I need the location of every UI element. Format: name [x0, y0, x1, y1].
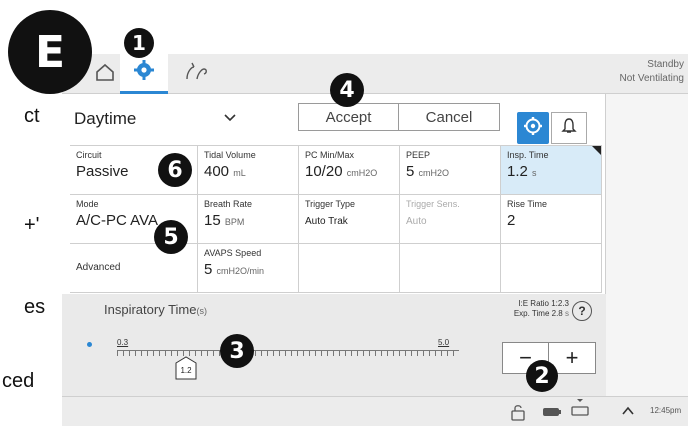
pc-minmax-label: PC Min/Max	[305, 150, 355, 160]
breath-rate-cell[interactable]: Breath Rate 15 BPM	[198, 195, 299, 244]
slider-thumb-value: 1.2	[180, 366, 192, 375]
tidal-volume-value: 400	[204, 163, 230, 180]
breath-rate-value: 15	[204, 212, 221, 229]
ventilation-status: Standby Not Ventilating	[620, 58, 685, 86]
battery-icon	[542, 405, 562, 423]
tab-patient[interactable]	[172, 54, 222, 94]
pc-minmax-cell[interactable]: PC Min/Max 10/20 cmH2O	[299, 146, 400, 195]
empty-cell	[501, 244, 602, 293]
callout-6: 6	[158, 153, 192, 187]
trigger-sens-cell: Trigger Sens. Auto	[400, 195, 501, 244]
side-text-3: es	[24, 296, 46, 318]
insp-time-label: Insp. Time	[507, 150, 549, 160]
clock-label: 12:45pm	[650, 406, 682, 415]
pc-minmax-unit: cmH2O	[346, 168, 378, 178]
ie-ratio: I:E Ratio 1:2.3	[518, 299, 569, 308]
peep-value: 5	[406, 163, 415, 180]
chevron-down-icon	[222, 110, 238, 131]
accept-button[interactable]: Accept	[298, 103, 399, 131]
callout-1: 1	[124, 28, 154, 58]
peep-label: PEEP	[406, 150, 431, 160]
schedule-value: Daytime	[74, 109, 137, 128]
settings-view-button[interactable]	[517, 112, 549, 144]
callout-3: 3	[220, 334, 254, 368]
avaps-speed-cell[interactable]: AVAPS Speed 5 cmH2O/min	[198, 244, 299, 293]
exp-time: Exp. Time 2.8	[513, 309, 563, 318]
rise-time-label: Rise Time	[507, 199, 548, 209]
section-badge: E	[8, 10, 92, 94]
trigger-type-cell[interactable]: Trigger Type Auto Trak	[299, 195, 400, 244]
side-text-2: +'	[24, 214, 40, 236]
side-text-4: ced	[2, 370, 35, 392]
ie-info: I:E Ratio 1:2.3 Exp. Time 2.8 s	[474, 299, 569, 319]
breath-rate-unit: BPM	[224, 217, 245, 227]
gear-icon	[133, 59, 155, 86]
trigger-type-label: Trigger Type	[305, 199, 356, 209]
trigger-type-value: Auto Trak	[305, 216, 348, 227]
exp-time-unit: s	[565, 309, 569, 318]
alarm-view-button[interactable]	[551, 112, 587, 144]
side-text-1: ct	[24, 105, 40, 127]
cancel-button[interactable]: Cancel	[399, 103, 500, 131]
status-line-2: Not Ventilating	[619, 73, 685, 84]
slider-ticks	[117, 351, 459, 356]
parameter-grid: Circuit Passive Tidal Volume 400 mL PC M…	[70, 145, 602, 293]
rise-time-cell[interactable]: Rise Time 2	[501, 195, 602, 244]
gear-icon	[523, 116, 543, 141]
slider-title: Inspiratory Time(s)	[104, 302, 207, 317]
lock-icon[interactable]	[510, 403, 526, 426]
slider-min-label: 0.3	[117, 338, 129, 347]
help-button[interactable]: ?	[572, 301, 592, 321]
schedule-dropdown[interactable]: Daytime	[70, 104, 260, 134]
right-strip	[606, 94, 688, 396]
trigger-sens-label: Trigger Sens.	[406, 199, 460, 209]
tidal-volume-cell[interactable]: Tidal Volume 400 mL	[198, 146, 299, 195]
corner-marker-icon	[592, 146, 601, 155]
peep-unit: cmH2O	[418, 168, 450, 178]
slider-track[interactable]	[117, 350, 459, 356]
advanced-label: Advanced	[76, 262, 121, 273]
avaps-speed-value: 5	[204, 261, 213, 278]
insp-time-unit: s	[532, 168, 537, 178]
insp-time-value: 1.2	[507, 163, 528, 180]
slider-title-text: Inspiratory Time	[104, 302, 197, 317]
slider-dot-icon	[87, 342, 92, 347]
bell-icon	[560, 117, 578, 140]
insp-time-cell[interactable]: Insp. Time 1.2 s	[501, 146, 602, 195]
pc-minmax-value: 10/20	[305, 163, 343, 180]
slider-unit: (s)	[196, 306, 207, 316]
home-icon	[94, 61, 116, 88]
tab-settings[interactable]	[120, 54, 168, 94]
callout-2: 2	[526, 360, 558, 392]
patient-icon	[184, 61, 210, 88]
rise-time-value: 2	[507, 212, 516, 229]
avaps-speed-unit: cmH2O/min	[216, 266, 265, 276]
empty-cell	[299, 244, 400, 293]
trigger-sens-value: Auto	[406, 216, 427, 227]
slider-panel: Inspiratory Time(s) I:E Ratio 1:2.3 Exp.…	[62, 294, 606, 396]
slider-max-label: 5.0	[438, 338, 450, 347]
tidal-volume-unit: mL	[233, 168, 246, 178]
slider-thumb[interactable]: 1.2	[175, 356, 197, 380]
tidal-volume-label: Tidal Volume	[204, 150, 256, 160]
empty-cell	[400, 244, 501, 293]
tab-bar	[62, 54, 688, 94]
bottom-bar: 12:45pm	[62, 396, 688, 426]
mode-label: Mode	[76, 199, 99, 209]
callout-5: 5	[154, 220, 188, 254]
status-line-1: Standby	[647, 59, 684, 70]
sd-card-icon	[569, 397, 591, 424]
callout-4: 4	[330, 73, 364, 107]
breath-rate-label: Breath Rate	[204, 199, 253, 209]
peep-cell[interactable]: PEEP 5 cmH2O	[400, 146, 501, 195]
avaps-speed-label: AVAPS Speed	[204, 248, 262, 258]
chevron-up-icon[interactable]	[620, 403, 636, 424]
